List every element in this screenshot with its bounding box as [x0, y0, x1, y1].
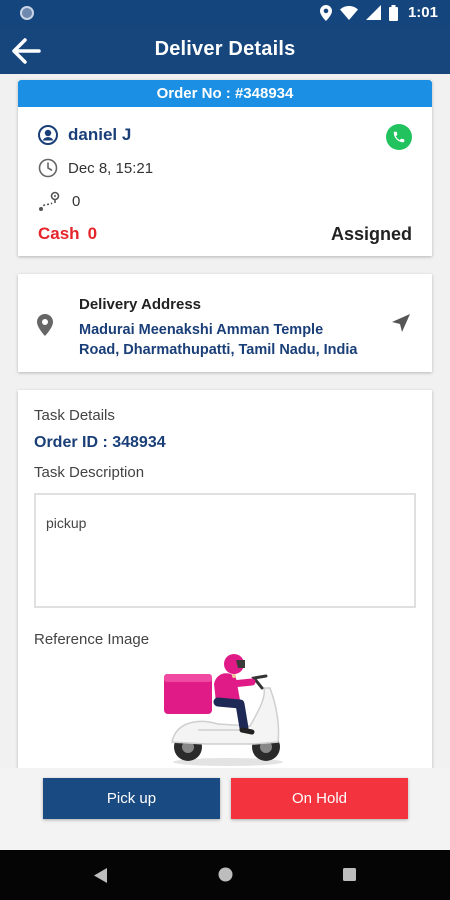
pickup-button[interactable]: Pick up — [43, 778, 220, 819]
address-line-2: Road, Dharmathupatti, Tamil Nadu, India — [79, 342, 358, 358]
status-bar: 1:01 — [0, 0, 450, 27]
order-card: Order No : #348934 daniel J Dec 8, 15:21… — [18, 80, 432, 256]
action-bar: Pick up On Hold — [0, 768, 450, 850]
task-description-box: pickup — [34, 493, 416, 608]
system-navigation-bar — [0, 850, 450, 900]
battery-icon — [388, 4, 398, 21]
route-icon — [39, 191, 60, 211]
navigate-button[interactable] — [390, 312, 412, 334]
task-details-label: Task Details — [34, 407, 115, 424]
delivery-address-text: Madurai Meenakshi Amman Temple Road, Dha… — [79, 320, 379, 360]
nav-back-icon[interactable] — [94, 868, 108, 883]
delivery-scooter-image — [164, 654, 283, 766]
order-number-header: Order No : #348934 — [18, 80, 432, 107]
app-dot-icon — [20, 6, 34, 20]
task-description-text: pickup — [46, 515, 87, 531]
status-time: 1:01 — [407, 4, 438, 21]
user-icon — [38, 125, 58, 145]
order-id: Order ID : 348934 — [34, 434, 166, 451]
app-bar: Deliver Details — [0, 27, 450, 74]
nav-recents-icon[interactable] — [343, 868, 356, 881]
nav-home-icon[interactable] — [218, 867, 233, 882]
order-date: Dec 8, 15:21 — [68, 159, 154, 177]
wifi-icon — [339, 5, 358, 20]
task-description-label: Task Description — [34, 464, 145, 481]
navigation-arrow-icon — [392, 314, 410, 332]
order-status: Assigned — [330, 224, 412, 244]
signal-icon — [365, 5, 381, 20]
cash-row: Cash 0 — [38, 224, 97, 244]
call-button[interactable] — [386, 124, 412, 150]
location-pin-icon — [37, 314, 53, 336]
page-title: Deliver Details — [154, 38, 296, 60]
address-card: Delivery Address Madurai Meenakshi Amman… — [18, 274, 432, 372]
customer-row: daniel J — [38, 125, 131, 145]
on-hold-button[interactable]: On Hold — [231, 778, 408, 819]
address-line-1: Madurai Meenakshi Amman Temple — [79, 322, 324, 338]
task-card: Task Details Order ID : 348934 Task Desc… — [18, 390, 432, 768]
customer-name: daniel J — [68, 125, 132, 144]
cash-label: Cash — [38, 224, 80, 243]
delivery-address-title: Delivery Address — [79, 296, 202, 313]
clock-icon — [38, 158, 58, 178]
distance-value: 0 — [72, 192, 81, 210]
cash-value: 0 — [87, 224, 98, 243]
reference-image-label: Reference Image — [34, 631, 150, 648]
date-row: Dec 8, 15:21 — [38, 158, 153, 178]
location-icon — [319, 4, 332, 21]
distance-row: 0 — [38, 190, 80, 212]
status-icons: 1:01 — [319, 4, 438, 21]
phone-icon — [393, 131, 405, 143]
